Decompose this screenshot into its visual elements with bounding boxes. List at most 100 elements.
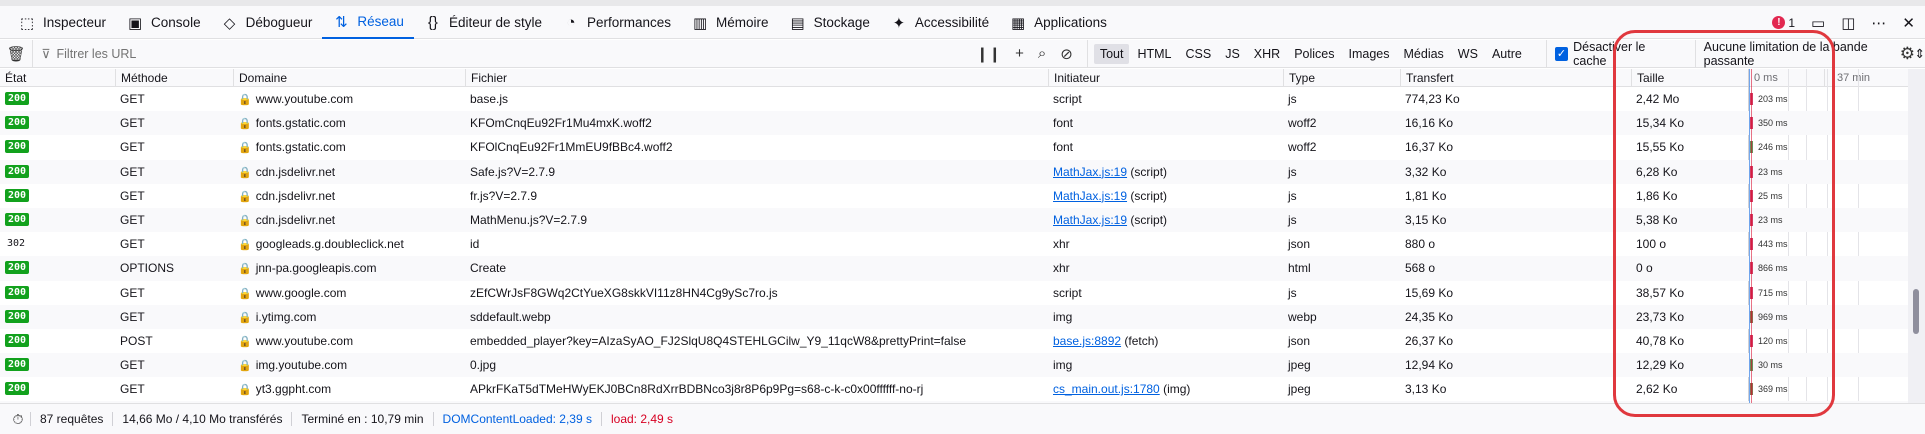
cell-file: APkrFKaT5dTMeHWyEKJ0BCn8RdXrrBDBNco3j8r8… <box>470 382 924 397</box>
domain-text: www.google.com <box>255 285 347 300</box>
error-count-badge[interactable]: ! 1 <box>1772 16 1795 30</box>
initiator-link[interactable]: MathJax.js:19 <box>1053 189 1127 203</box>
cell-status: 302 <box>0 232 115 256</box>
cell-type: js <box>1288 164 1297 179</box>
dock-side-icon[interactable]: ◫ <box>1841 14 1855 32</box>
url-filter-input[interactable]: Filtrer les URL <box>57 47 137 61</box>
scrollbar-thumb[interactable] <box>1913 289 1919 334</box>
initiator-link[interactable]: base.js:8892 <box>1053 334 1121 348</box>
domain-text: cdn.jsdelivr.net <box>255 188 336 203</box>
cell-type: html <box>1288 261 1311 276</box>
tab-memory[interactable]: ▥ Mémoire <box>681 6 779 39</box>
style-editor-icon: {} <box>427 14 438 31</box>
cell-type: json <box>1288 237 1311 252</box>
close-icon[interactable]: ✕ <box>1902 14 1915 32</box>
cell-domain: 🔒 yt3.ggpht.com <box>233 377 465 401</box>
tab-network[interactable]: ⇅ Réseau <box>322 6 414 39</box>
tab-inspector[interactable]: ⬚ Inspecteur <box>8 6 116 39</box>
column-domain[interactable]: Domaine <box>233 69 465 87</box>
pause-icon[interactable]: ❙❙ <box>976 45 1001 63</box>
vertical-scrollbar[interactable] <box>1908 69 1925 403</box>
column-file[interactable]: Fichier <box>465 69 1048 87</box>
type-filter-2[interactable]: CSS <box>1180 44 1218 64</box>
tab-label: Débogueur <box>245 15 313 30</box>
lock-icon: 🔒 <box>238 214 252 227</box>
chevron-updown-icon: ⇕ <box>1914 47 1925 61</box>
tab-label: Applications <box>1034 15 1107 30</box>
cell-initiator: script <box>1048 281 1283 305</box>
cell-transfer: 15,69 Ko <box>1405 285 1454 300</box>
column-status[interactable]: État <box>0 69 115 87</box>
block-icon[interactable]: ⊘ <box>1060 45 1073 63</box>
devtools-tabs: ⬚ Inspecteur ▣ Console ◇ Débogueur ⇅ Réseau {} Éd… <box>8 6 1117 39</box>
column-transfer[interactable]: Transfert <box>1400 69 1631 87</box>
domain-text: cdn.jsdelivr.net <box>255 164 336 179</box>
initiator-text: (script) <box>1127 212 1168 227</box>
cell-method: GET <box>120 164 145 179</box>
initiator-link[interactable]: MathJax.js:19 <box>1053 213 1127 227</box>
type-filter-3[interactable]: JS <box>1219 44 1246 64</box>
cell-file: zEfCWrJsF8GWq2CtYueXG8skkVI11z8HN4Cg9ySc… <box>470 285 778 300</box>
initiator-text: (script) <box>1127 164 1168 179</box>
clear-trash-icon[interactable]: 🗑 <box>0 45 32 63</box>
domain-text: www.youtube.com <box>255 333 354 348</box>
cell-file: sddefault.webp <box>470 309 551 324</box>
cell-type: js <box>1288 92 1297 106</box>
cell-type: js <box>1288 212 1297 227</box>
search-icon[interactable]: ⌕ <box>1038 45 1046 62</box>
tab-performance[interactable]: ◔ Performances <box>552 6 681 39</box>
cell-method: GET <box>120 237 145 252</box>
url-filter[interactable]: ⊽ Filtrer les URL <box>32 39 946 68</box>
type-filter-7[interactable]: Médias <box>1398 44 1450 64</box>
gear-icon[interactable]: ⚙ <box>1900 44 1915 64</box>
disable-cache-checkbox[interactable]: ✓ <box>1554 46 1569 61</box>
add-filter-icon[interactable]: + <box>1015 45 1024 62</box>
column-method[interactable]: Méthode <box>115 69 233 87</box>
type-filter-5[interactable]: Polices <box>1288 44 1340 64</box>
cell-transfer: 26,37 Ko <box>1405 333 1454 348</box>
accessibility-icon: ✦ <box>892 14 906 32</box>
cell-file: Create <box>470 261 507 276</box>
cell-transfer: 24,35 Ko <box>1405 309 1454 324</box>
tab-label: Console <box>151 15 201 30</box>
initiator-text: img <box>1053 358 1073 373</box>
type-filter-0[interactable]: Tout <box>1093 43 1130 64</box>
cell-transfer: 880 o <box>1405 237 1436 252</box>
cell-method: GET <box>120 92 145 106</box>
initiator-link[interactable]: cs_main.out.js:1780 <box>1053 382 1160 396</box>
cell-method: GET <box>120 309 145 324</box>
responsive-design-icon[interactable]: ▭ <box>1811 14 1825 32</box>
more-options-icon[interactable]: ⋯ <box>1871 14 1886 32</box>
type-filter-9[interactable]: Autre <box>1486 44 1528 64</box>
cell-status: 200 <box>0 377 115 401</box>
initiator-link[interactable]: MathJax.js:19 <box>1053 165 1127 179</box>
tab-accessibility[interactable]: ✦ Accessibilité <box>880 6 999 39</box>
cell-initiator: script <box>1048 87 1283 111</box>
cell-status: 200 <box>0 329 115 353</box>
tab-debugger[interactable]: ◇ Débogueur <box>211 6 323 39</box>
cell-initiator: font <box>1048 111 1283 135</box>
type-filter-1[interactable]: HTML <box>1131 44 1177 64</box>
cell-method: GET <box>120 212 145 227</box>
tab-applications[interactable]: ▦ Applications <box>999 6 1117 39</box>
cell-status: 200 <box>0 208 115 232</box>
lock-icon: 🔒 <box>238 94 252 106</box>
error-count: 1 <box>1788 15 1796 30</box>
status-badge: 200 <box>5 188 30 202</box>
tab-style-editor[interactable]: {} Éditeur de style <box>414 6 552 39</box>
cell-method: GET <box>120 140 145 155</box>
cell-domain: 🔒 fonts.gstatic.com <box>233 111 465 135</box>
type-filter-6[interactable]: Images <box>1343 44 1396 64</box>
column-type[interactable]: Type <box>1283 69 1400 87</box>
type-filter-8[interactable]: WS <box>1452 44 1484 64</box>
performance-analysis-icon[interactable]: ⏱ <box>6 411 30 428</box>
tab-console[interactable]: ▣ Console <box>116 6 211 39</box>
column-initiator[interactable]: Initiateur <box>1048 69 1283 87</box>
lock-icon: 🔒 <box>238 335 252 348</box>
type-filter-4[interactable]: XHR <box>1248 44 1286 64</box>
cell-domain: 🔒 i.ytimg.com <box>233 305 465 329</box>
domain-text: googleads.g.doubleclick.net <box>255 237 404 252</box>
cell-status: 200 <box>0 111 115 135</box>
cell-domain: 🔒 www.youtube.com <box>233 87 465 111</box>
tab-storage[interactable]: ▤ Stockage <box>779 6 880 39</box>
